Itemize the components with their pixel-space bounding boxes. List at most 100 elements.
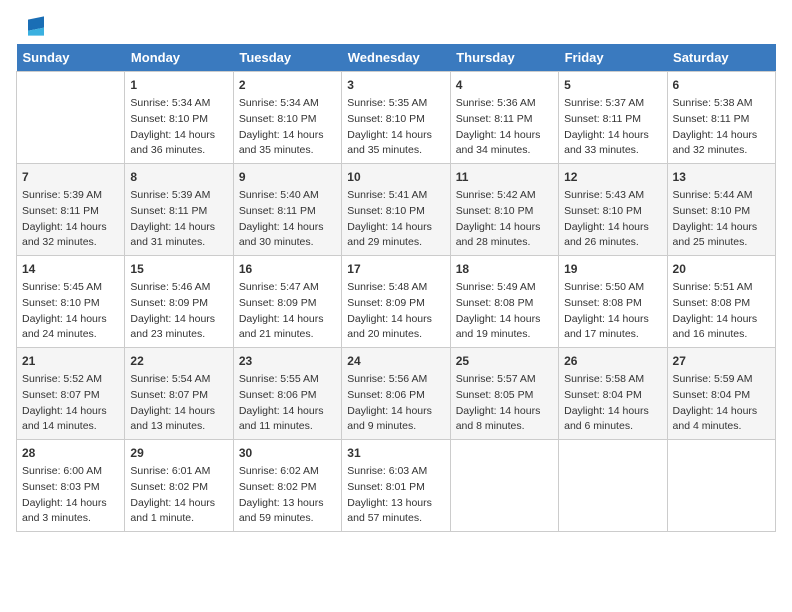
day-info: and 32 minutes.: [22, 235, 119, 251]
calendar-cell: [450, 440, 558, 532]
day-info: Daylight: 14 hours: [130, 220, 227, 236]
day-info: Sunset: 8:04 PM: [564, 388, 661, 404]
calendar-cell: 5Sunrise: 5:37 AMSunset: 8:11 PMDaylight…: [559, 72, 667, 164]
day-info: Sunset: 8:11 PM: [22, 204, 119, 220]
day-info: Sunset: 8:10 PM: [347, 204, 444, 220]
day-info: Sunset: 8:02 PM: [239, 480, 336, 496]
day-info: Sunrise: 5:47 AM: [239, 280, 336, 296]
day-info: Sunset: 8:09 PM: [130, 296, 227, 312]
day-info: Sunrise: 6:00 AM: [22, 464, 119, 480]
day-number: 9: [239, 168, 336, 186]
day-info: Daylight: 14 hours: [22, 404, 119, 420]
day-info: Sunrise: 5:41 AM: [347, 188, 444, 204]
day-info: Sunset: 8:07 PM: [22, 388, 119, 404]
day-info: and 34 minutes.: [456, 143, 553, 159]
day-info: Sunrise: 5:45 AM: [22, 280, 119, 296]
day-number: 11: [456, 168, 553, 186]
day-number: 30: [239, 444, 336, 462]
day-info: Daylight: 14 hours: [456, 128, 553, 144]
day-info: Daylight: 13 hours: [347, 496, 444, 512]
day-info: Sunset: 8:11 PM: [564, 112, 661, 128]
day-info: Daylight: 14 hours: [673, 220, 770, 236]
day-info: and 31 minutes.: [130, 235, 227, 251]
day-info: Sunrise: 5:40 AM: [239, 188, 336, 204]
page-header: [16, 16, 776, 36]
day-info: Daylight: 14 hours: [22, 220, 119, 236]
day-info: Sunrise: 5:42 AM: [456, 188, 553, 204]
day-info: and 8 minutes.: [456, 419, 553, 435]
day-info: and 9 minutes.: [347, 419, 444, 435]
day-info: Sunrise: 5:39 AM: [130, 188, 227, 204]
day-info: and 17 minutes.: [564, 327, 661, 343]
day-info: Sunset: 8:10 PM: [130, 112, 227, 128]
calendar-cell: [667, 440, 775, 532]
day-info: Daylight: 14 hours: [456, 312, 553, 328]
day-info: and 26 minutes.: [564, 235, 661, 251]
day-info: Sunset: 8:10 PM: [673, 204, 770, 220]
day-info: Sunrise: 5:38 AM: [673, 96, 770, 112]
day-info: and 36 minutes.: [130, 143, 227, 159]
day-info: Daylight: 14 hours: [564, 312, 661, 328]
day-info: Daylight: 14 hours: [239, 312, 336, 328]
day-info: Daylight: 14 hours: [347, 220, 444, 236]
day-number: 17: [347, 260, 444, 278]
day-info: Sunset: 8:09 PM: [239, 296, 336, 312]
day-info: Sunrise: 5:51 AM: [673, 280, 770, 296]
day-info: and 33 minutes.: [564, 143, 661, 159]
calendar-cell: 15Sunrise: 5:46 AMSunset: 8:09 PMDayligh…: [125, 256, 233, 348]
day-info: Sunrise: 6:02 AM: [239, 464, 336, 480]
day-number: 19: [564, 260, 661, 278]
day-number: 18: [456, 260, 553, 278]
calendar-cell: 12Sunrise: 5:43 AMSunset: 8:10 PMDayligh…: [559, 164, 667, 256]
day-info: Sunset: 8:06 PM: [239, 388, 336, 404]
day-number: 3: [347, 76, 444, 94]
day-info: Daylight: 14 hours: [456, 220, 553, 236]
day-info: Sunset: 8:11 PM: [456, 112, 553, 128]
calendar-cell: [17, 72, 125, 164]
day-info: and 35 minutes.: [347, 143, 444, 159]
day-info: and 32 minutes.: [673, 143, 770, 159]
day-number: 4: [456, 76, 553, 94]
day-info: and 16 minutes.: [673, 327, 770, 343]
day-info: Sunset: 8:10 PM: [456, 204, 553, 220]
calendar-cell: 7Sunrise: 5:39 AMSunset: 8:11 PMDaylight…: [17, 164, 125, 256]
calendar-cell: 8Sunrise: 5:39 AMSunset: 8:11 PMDaylight…: [125, 164, 233, 256]
day-info: Sunrise: 5:58 AM: [564, 372, 661, 388]
day-number: 27: [673, 352, 770, 370]
day-info: Daylight: 14 hours: [456, 404, 553, 420]
calendar-table: SundayMondayTuesdayWednesdayThursdayFrid…: [16, 44, 776, 532]
header-saturday: Saturday: [667, 44, 775, 72]
day-info: Sunset: 8:03 PM: [22, 480, 119, 496]
day-info: Sunset: 8:07 PM: [130, 388, 227, 404]
day-info: Sunset: 8:05 PM: [456, 388, 553, 404]
calendar-cell: 22Sunrise: 5:54 AMSunset: 8:07 PMDayligh…: [125, 348, 233, 440]
day-info: and 4 minutes.: [673, 419, 770, 435]
calendar-cell: 18Sunrise: 5:49 AMSunset: 8:08 PMDayligh…: [450, 256, 558, 348]
day-number: 5: [564, 76, 661, 94]
day-info: Sunset: 8:06 PM: [347, 388, 444, 404]
day-info: Sunset: 8:11 PM: [239, 204, 336, 220]
day-info: Sunrise: 5:35 AM: [347, 96, 444, 112]
day-info: Sunrise: 5:49 AM: [456, 280, 553, 296]
day-info: and 28 minutes.: [456, 235, 553, 251]
calendar-cell: 27Sunrise: 5:59 AMSunset: 8:04 PMDayligh…: [667, 348, 775, 440]
calendar-cell: 28Sunrise: 6:00 AMSunset: 8:03 PMDayligh…: [17, 440, 125, 532]
week-row-4: 21Sunrise: 5:52 AMSunset: 8:07 PMDayligh…: [17, 348, 776, 440]
day-number: 14: [22, 260, 119, 278]
day-info: and 23 minutes.: [130, 327, 227, 343]
day-info: and 25 minutes.: [673, 235, 770, 251]
day-info: Daylight: 14 hours: [130, 312, 227, 328]
day-number: 29: [130, 444, 227, 462]
day-number: 8: [130, 168, 227, 186]
day-info: Sunset: 8:10 PM: [22, 296, 119, 312]
day-info: and 21 minutes.: [239, 327, 336, 343]
day-number: 25: [456, 352, 553, 370]
day-number: 26: [564, 352, 661, 370]
day-info: Daylight: 14 hours: [22, 496, 119, 512]
day-info: Daylight: 14 hours: [673, 312, 770, 328]
calendar-cell: 26Sunrise: 5:58 AMSunset: 8:04 PMDayligh…: [559, 348, 667, 440]
header-sunday: Sunday: [17, 44, 125, 72]
day-info: and 11 minutes.: [239, 419, 336, 435]
day-info: Sunrise: 5:44 AM: [673, 188, 770, 204]
day-info: Daylight: 14 hours: [130, 404, 227, 420]
